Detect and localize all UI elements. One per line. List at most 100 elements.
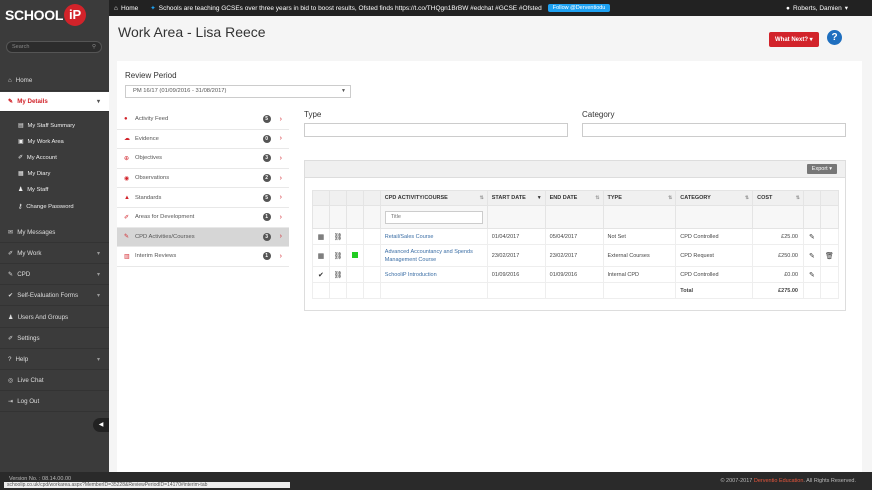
home-link[interactable]: ⌂ Home	[114, 5, 138, 12]
sidebar-item-my-work[interactable]: ✐ My Work ▾	[0, 244, 109, 264]
edit-icon[interactable]: ✎	[803, 266, 821, 283]
target-icon: ⊕	[124, 155, 130, 162]
menu-item-observations[interactable]: ◉ Observations 2 ›	[117, 169, 289, 189]
sidebar-subitem-change-password[interactable]: ⚷ Change Password	[0, 199, 109, 215]
cpd-table: CPD ACTIVITY/COURSE ⇅ START DATE ▼ END DAT…	[312, 190, 840, 299]
link-icon[interactable]: ⛓	[328, 244, 347, 267]
main-content: Work Area - Lisa Reece What Next? ▾ ? Re…	[109, 16, 872, 472]
sidebar-subitem-my-account[interactable]: ✐ My Account	[0, 150, 109, 166]
chevron-down-icon: ▼	[341, 88, 346, 94]
menu-item-cpd-activities[interactable]: ✎ CPD Activities/Courses 3 ›	[117, 227, 289, 248]
menu-item-label: CPD Activities/Courses	[135, 233, 195, 240]
category-cell: CPD Controlled	[675, 228, 754, 245]
wrench-icon: ✐	[8, 250, 14, 257]
chevron-right-icon: ›	[279, 135, 282, 143]
unlink-icon[interactable]: ⛓	[328, 266, 347, 283]
chevron-down-icon: ▾	[96, 99, 100, 105]
status-cell	[345, 244, 364, 267]
search-input[interactable]: Search ⚲	[6, 41, 102, 53]
review-period-select[interactable]: PM 16/17 (01/09/2016 - 31/08/2017) ▼	[125, 85, 351, 98]
filter-cell	[819, 205, 840, 229]
sidebar-item-users-and-groups[interactable]: ♟ Users And Groups	[0, 308, 109, 328]
type-filter-select[interactable]	[304, 123, 568, 137]
count-badge: 5	[262, 115, 271, 124]
header-course[interactable]: CPD ACTIVITY/COURSE ⇅	[379, 190, 488, 206]
empty-cell	[602, 282, 677, 299]
header-type[interactable]: TYPE ⇅	[602, 190, 677, 206]
sidebar-item-help[interactable]: ? Help ▾	[0, 350, 109, 370]
course-link[interactable]: SchooliP Introduction	[385, 272, 437, 278]
sidebar-item-live-chat[interactable]: ◎ Live Chat	[0, 371, 109, 391]
header-cost[interactable]: COST ⇅	[752, 190, 804, 206]
header-cell	[345, 190, 364, 206]
top-bar: ⌂ Home ✦ Schools are teaching GCSEs over t…	[0, 0, 872, 16]
tweet-ticker[interactable]: ✦ Schools are teaching GCSEs over three y…	[150, 4, 541, 13]
unlink-icon[interactable]: ⛓	[328, 228, 347, 245]
eye-icon: ◉	[124, 175, 130, 182]
help-button[interactable]: ?	[827, 30, 842, 45]
course-cell[interactable]: Retail/Sales Course	[379, 228, 488, 245]
help-icon: ?	[8, 356, 12, 363]
course-cell[interactable]: Advanced Accountancy and Spends Manageme…	[379, 244, 488, 267]
menu-item-interim-reviews[interactable]: ▥ Interim Reviews 1 ›	[117, 247, 289, 267]
menu-item-areas-for-development[interactable]: ✐ Areas for Development 1 ›	[117, 208, 289, 228]
count-badge: 0	[262, 134, 271, 143]
header-label: START DATE	[491, 195, 526, 201]
sidebar-subitem-my-staff-summary[interactable]: ▤ My Staff Summary	[0, 118, 109, 134]
sidebar-subitem-label: My Staff	[27, 187, 49, 193]
chevron-down-icon: ▾	[96, 357, 100, 363]
sidebar-item-home[interactable]: ⌂ Home	[0, 71, 109, 91]
edit-icon[interactable]: ✎	[803, 228, 821, 245]
wrench-icon: ✐	[8, 335, 14, 342]
brand-link[interactable]: Derventio Education	[754, 478, 804, 484]
user-menu[interactable]: ● Roberts, Damien ▾	[786, 4, 848, 13]
title-filter-input[interactable]	[384, 210, 483, 224]
course-cell[interactable]: SchooliP Introduction	[379, 266, 488, 283]
header-start-date[interactable]: START DATE ▼	[486, 190, 546, 206]
sidebar-subitem-my-diary[interactable]: ▦ My Diary	[0, 166, 109, 182]
trash-icon[interactable]: 🗑	[819, 244, 840, 267]
category-cell: CPD Controlled	[675, 266, 754, 283]
header-category[interactable]: CATEGORY ⇅	[675, 190, 754, 206]
sidebar-item-my-details[interactable]: ✎ My Details ▾	[0, 92, 109, 112]
feed-icon: ●	[124, 116, 128, 123]
sidebar-item-my-messages[interactable]: ✉ My Messages	[0, 223, 109, 243]
what-next-button[interactable]: What Next? ▾	[769, 32, 819, 47]
rights-text: . All Rights Reserved.	[803, 478, 856, 484]
header-end-date[interactable]: END DATE ⇅	[544, 190, 604, 206]
briefcase-icon: ▣	[18, 139, 24, 145]
sidebar-subitem-my-work-area[interactable]: ▣ My Work Area	[0, 134, 109, 150]
header-label: TYPE	[607, 195, 622, 201]
sidebar-item-log-out[interactable]: ⇥ Log Out	[0, 392, 109, 412]
course-link[interactable]: Advanced Accountancy and Spends Manageme…	[385, 249, 473, 263]
chevron-down-icon: ▾	[829, 166, 832, 172]
cost-cell: £25.00	[752, 228, 804, 245]
menu-item-standards[interactable]: ▲ Standards 5 ›	[117, 188, 289, 208]
chevron-left-icon: ◀	[98, 422, 104, 428]
check-icon[interactable]: ✔	[312, 266, 330, 283]
calendar-icon[interactable]: ▦	[312, 228, 330, 245]
filter-cell	[675, 205, 754, 229]
follow-button[interactable]: Follow @Derventiodu	[547, 4, 611, 12]
users-icon: ♟	[8, 314, 14, 321]
home-icon: ⌂	[8, 77, 12, 84]
category-filter-select[interactable]	[582, 123, 846, 137]
sidebar-subitem-my-staff[interactable]: ♟ My Staff	[0, 182, 109, 198]
edit-icon[interactable]: ✎	[803, 244, 821, 267]
sidebar-item-cpd[interactable]: ✎ CPD ▾	[0, 265, 109, 285]
logo[interactable]: SCHOOL iP	[5, 3, 105, 27]
export-button[interactable]: Export ▾	[806, 164, 837, 174]
chevron-right-icon: ›	[279, 115, 282, 123]
collapse-sidebar-button[interactable]: ◀	[93, 418, 109, 432]
menu-item-objectives[interactable]: ⊕ Objectives 3 ›	[117, 149, 289, 169]
menu-item-activity-feed[interactable]: ● Activity Feed 5 ›	[117, 110, 289, 130]
sidebar-item-settings[interactable]: ✐ Settings	[0, 329, 109, 349]
course-link[interactable]: Retail/Sales Course	[385, 234, 434, 240]
sidebar-item-label: Home	[15, 77, 33, 84]
filter-cell	[803, 205, 821, 229]
menu-item-evidence[interactable]: ☁ Evidence 0 ›	[117, 130, 289, 150]
sidebar-item-self-evaluation-forms[interactable]: ✔ Self-Evaluation Forms ▾	[0, 286, 109, 306]
calendar-icon[interactable]: ▦	[312, 244, 330, 267]
header-label: COST	[757, 195, 773, 201]
empty-cell	[819, 266, 840, 283]
